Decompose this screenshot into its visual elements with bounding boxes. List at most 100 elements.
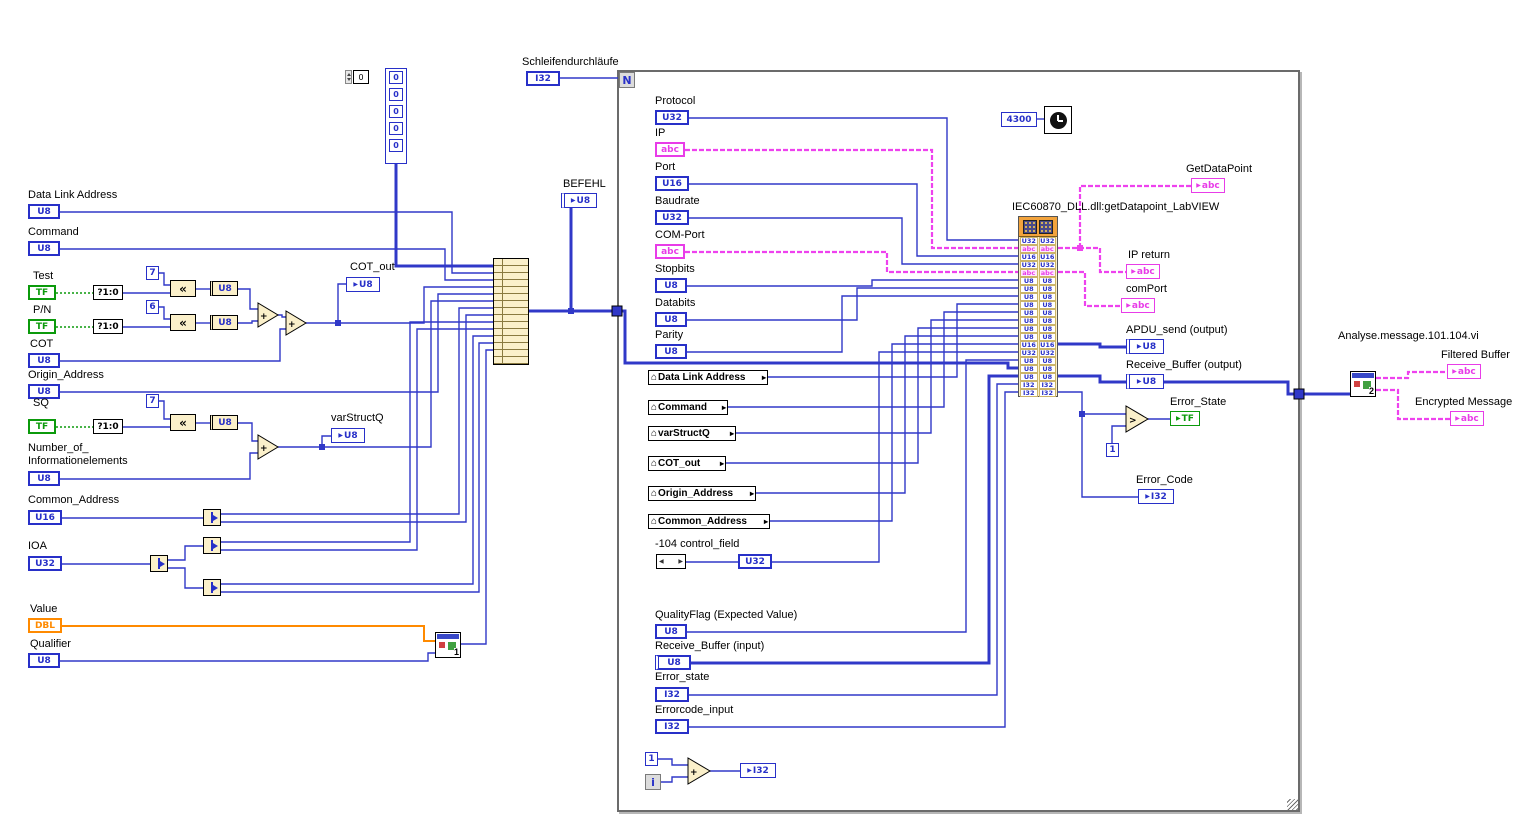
logical-shift-node[interactable]: « [170, 280, 196, 297]
dll-param-cell[interactable]: U8 [1038, 373, 1056, 381]
local-variable-command[interactable]: Command [648, 400, 728, 415]
array-element[interactable]: 0 [389, 139, 403, 152]
array-element[interactable]: 0 [389, 105, 403, 118]
error-state-in-terminal[interactable]: I32 [655, 687, 689, 702]
protocol-terminal[interactable]: U32 [655, 110, 689, 125]
dll-param-cell[interactable]: I32 [1020, 381, 1038, 389]
split-number-node[interactable] [150, 555, 168, 572]
dll-param-cell[interactable]: U16 [1020, 341, 1038, 349]
dll-call-node[interactable]: U32 U32 abc abc U16 U16 U32 U32 abc abc U8 U8 U8 U8 U8… [1018, 216, 1058, 397]
dll-param-cell[interactable]: U8 [1038, 357, 1056, 365]
split-number-node[interactable] [203, 537, 221, 554]
dll-param-cell[interactable]: U8 [1038, 285, 1056, 293]
stopbits-terminal[interactable]: U8 [655, 278, 687, 293]
dll-param-cell[interactable]: U8 [1020, 373, 1038, 381]
dll-param-cell[interactable]: U8 [1020, 365, 1038, 373]
encrypted-message-terminal[interactable]: abc [1450, 411, 1484, 426]
dll-param-cell[interactable]: I32 [1038, 389, 1056, 397]
qualityflag-terminal[interactable]: U8 [655, 624, 687, 639]
analyse-vi-icon[interactable]: 2 [1350, 371, 1376, 397]
loop-count-terminal[interactable]: I32 [526, 71, 560, 86]
cot-out-terminal[interactable]: U8 [346, 277, 380, 292]
control-field-selector[interactable] [656, 554, 686, 569]
dll-param-cell[interactable]: I32 [1038, 381, 1056, 389]
dll-param-cell[interactable]: U32 [1038, 237, 1056, 245]
bool-to-int-node[interactable]: ?1:0 [93, 285, 123, 300]
local-variable-cot-out[interactable]: COT_out [648, 456, 726, 471]
dll-param-cell[interactable]: U8 [1038, 325, 1056, 333]
split-number-node[interactable] [203, 509, 221, 526]
ioa-terminal[interactable]: U32 [28, 556, 62, 571]
errorcode-input-terminal[interactable]: I32 [655, 719, 689, 734]
value-terminal[interactable]: DBL [28, 618, 62, 633]
data-link-address-terminal[interactable]: U8 [28, 204, 60, 219]
dll-param-cell[interactable]: U8 [1020, 309, 1038, 317]
dll-param-cell[interactable]: U32 [1038, 261, 1056, 269]
loop-n-terminal[interactable]: N [619, 72, 635, 88]
to-u8-conversion-node[interactable]: U8 [210, 315, 238, 330]
control-field-terminal[interactable]: U32 [738, 554, 772, 569]
dll-param-cell[interactable]: abc [1038, 245, 1056, 253]
dll-param-cell[interactable]: U16 [1038, 253, 1056, 261]
dll-param-cell[interactable]: U8 [1038, 333, 1056, 341]
command-terminal[interactable]: U8 [28, 241, 60, 256]
to-u8-conversion-node[interactable]: U8 [210, 415, 238, 430]
dll-param-cell[interactable]: U32 [1020, 261, 1038, 269]
ip-return-terminal[interactable]: abc [1126, 264, 1160, 279]
dll-param-cell[interactable]: U8 [1020, 277, 1038, 285]
dll-param-cell[interactable]: U8 [1038, 301, 1056, 309]
dll-param-cell[interactable]: U32 [1020, 349, 1038, 357]
cot-terminal[interactable]: U8 [28, 353, 60, 368]
common-address-terminal[interactable]: U16 [28, 510, 62, 525]
port-terminal[interactable]: U16 [655, 176, 689, 191]
local-variable-data-link-address[interactable]: Data Link Address [648, 370, 768, 385]
logical-shift-node[interactable]: « [170, 414, 196, 431]
split-number-node[interactable] [203, 579, 221, 596]
array-element[interactable]: 0 [389, 71, 403, 84]
dll-param-cell[interactable]: U8 [1020, 285, 1038, 293]
dll-param-cell[interactable]: abc [1020, 245, 1038, 253]
dll-param-cell[interactable]: abc [1020, 269, 1038, 277]
shift-count-constant[interactable]: 7 [146, 394, 159, 408]
dll-param-cell[interactable]: U8 [1020, 357, 1038, 365]
test-terminal[interactable]: TF [28, 285, 56, 300]
bool-to-int-node[interactable]: ?1:0 [93, 319, 123, 334]
dll-param-cell[interactable]: U32 [1038, 349, 1056, 357]
filtered-buffer-terminal[interactable]: abc [1447, 364, 1481, 379]
increment-constant[interactable]: 1 [645, 752, 658, 766]
error-compare-constant[interactable]: 1 [1106, 443, 1119, 457]
dll-param-cell[interactable]: U8 [1020, 333, 1038, 341]
shift-count-constant[interactable]: 7 [146, 266, 159, 280]
dll-param-cell[interactable]: U8 [1020, 293, 1038, 301]
dll-param-cell[interactable]: U8 [1038, 365, 1056, 373]
error-code-terminal[interactable]: I32 [1138, 489, 1174, 504]
dll-param-cell[interactable]: U8 [1020, 317, 1038, 325]
logical-shift-node[interactable]: « [170, 314, 196, 331]
dll-param-cell[interactable]: U8 [1038, 317, 1056, 325]
build-array-node[interactable] [493, 258, 529, 365]
dll-param-cell[interactable]: U16 [1038, 341, 1056, 349]
array-index-spinner[interactable] [345, 70, 352, 84]
dll-param-cell[interactable]: U8 [1038, 277, 1056, 285]
error-state-terminal[interactable]: TF [1170, 411, 1200, 426]
wait-timer-node[interactable] [1044, 106, 1072, 134]
increment-result-terminal[interactable]: I32 [740, 763, 776, 778]
array-element[interactable]: 0 [389, 122, 403, 135]
parity-terminal[interactable]: U8 [655, 344, 687, 359]
baudrate-terminal[interactable]: U32 [655, 210, 689, 225]
local-variable-varstructq[interactable]: varStructQ [648, 426, 736, 441]
varstructq-terminal[interactable]: U8 [331, 428, 365, 443]
comport-terminal[interactable]: abc [1121, 298, 1155, 313]
apdu-send-terminal[interactable]: U8 [1126, 339, 1164, 354]
receive-buffer-in-terminal[interactable]: U8 [655, 655, 691, 670]
array-element[interactable]: 0 [389, 88, 403, 101]
local-variable-origin-address[interactable]: Origin_Address [648, 486, 756, 501]
pn-terminal[interactable]: TF [28, 319, 56, 334]
dll-param-cell[interactable]: U8 [1038, 309, 1056, 317]
sq-terminal[interactable]: TF [28, 419, 56, 434]
com-port-terminal[interactable]: abc [655, 244, 685, 259]
loop-i-terminal[interactable]: i [645, 774, 661, 790]
receive-buffer-out-terminal[interactable]: U8 [1126, 374, 1164, 389]
dll-param-cell[interactable]: U8 [1038, 293, 1056, 301]
dll-param-cell[interactable]: U32 [1020, 237, 1038, 245]
